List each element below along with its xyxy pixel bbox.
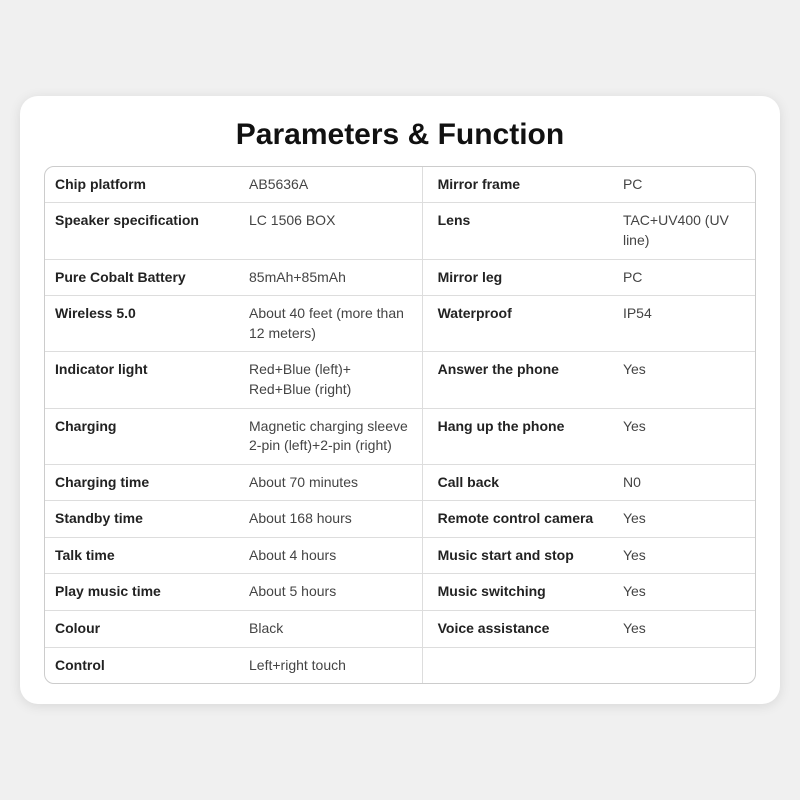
- param-value-right: Yes: [613, 574, 755, 611]
- param-label-right: Music switching: [424, 574, 613, 611]
- param-label-right: Lens: [424, 203, 613, 259]
- param-label-left: Wireless 5.0: [45, 296, 239, 352]
- param-value-right: [613, 647, 755, 683]
- param-label-left: Pure Cobalt Battery: [45, 259, 239, 296]
- param-value-right: PC: [613, 167, 755, 203]
- param-value-left: LC 1506 BOX: [239, 203, 422, 259]
- table-row: Standby timeAbout 168 hoursRemote contro…: [45, 501, 755, 538]
- table-row: ChargingMagnetic charging sleeve 2-pin (…: [45, 408, 755, 464]
- param-value-left: About 168 hours: [239, 501, 422, 538]
- param-value-right: N0: [613, 464, 755, 501]
- param-label-left: Talk time: [45, 537, 239, 574]
- page-title: Parameters & Function: [44, 118, 756, 152]
- param-label-right: Remote control camera: [424, 501, 613, 538]
- param-value-right: Yes: [613, 352, 755, 408]
- param-label-right: Music start and stop: [424, 537, 613, 574]
- table-row: Pure Cobalt Battery85mAh+85mAhMirror leg…: [45, 259, 755, 296]
- param-label-right: Hang up the phone: [424, 408, 613, 464]
- param-label-right: [424, 647, 613, 683]
- table-row: ColourBlackVoice assistanceYes: [45, 611, 755, 648]
- param-label-left: Play music time: [45, 574, 239, 611]
- param-value-right: PC: [613, 259, 755, 296]
- param-value-left: About 4 hours: [239, 537, 422, 574]
- param-label-left: Chip platform: [45, 167, 239, 203]
- param-value-left: About 70 minutes: [239, 464, 422, 501]
- table-row: Wireless 5.0About 40 feet (more than 12 …: [45, 296, 755, 352]
- param-value-left: Red+Blue (left)+ Red+Blue (right): [239, 352, 422, 408]
- param-value-left: About 5 hours: [239, 574, 422, 611]
- param-label-right: Voice assistance: [424, 611, 613, 648]
- table-row: Play music timeAbout 5 hoursMusic switch…: [45, 574, 755, 611]
- param-label-right: Answer the phone: [424, 352, 613, 408]
- param-label-left: Control: [45, 647, 239, 683]
- table-row: ControlLeft+right touch: [45, 647, 755, 683]
- table-row: Speaker specificationLC 1506 BOXLensTAC+…: [45, 203, 755, 259]
- param-value-left: About 40 feet (more than 12 meters): [239, 296, 422, 352]
- table-row: Chip platformAB5636AMirror framePC: [45, 167, 755, 203]
- param-value-left: Black: [239, 611, 422, 648]
- param-label-left: Charging: [45, 408, 239, 464]
- param-label-right: Call back: [424, 464, 613, 501]
- param-value-right: Yes: [613, 501, 755, 538]
- param-label-left: Standby time: [45, 501, 239, 538]
- param-value-left: 85mAh+85mAh: [239, 259, 422, 296]
- param-label-left: Colour: [45, 611, 239, 648]
- param-value-right: Yes: [613, 408, 755, 464]
- param-label-right: Mirror leg: [424, 259, 613, 296]
- parameters-table: Chip platformAB5636AMirror framePCSpeake…: [44, 166, 756, 685]
- param-value-right: Yes: [613, 611, 755, 648]
- param-label-right: Mirror frame: [424, 167, 613, 203]
- table-row: Talk timeAbout 4 hoursMusic start and st…: [45, 537, 755, 574]
- card: Parameters & Function Chip platformAB563…: [20, 96, 780, 705]
- table-row: Charging timeAbout 70 minutesCall backN0: [45, 464, 755, 501]
- param-value-right: TAC+UV400 (UV line): [613, 203, 755, 259]
- param-label-left: Charging time: [45, 464, 239, 501]
- param-label-left: Indicator light: [45, 352, 239, 408]
- param-label-right: Waterproof: [424, 296, 613, 352]
- param-value-left: Left+right touch: [239, 647, 422, 683]
- param-value-right: IP54: [613, 296, 755, 352]
- param-value-right: Yes: [613, 537, 755, 574]
- table-row: Indicator lightRed+Blue (left)+ Red+Blue…: [45, 352, 755, 408]
- param-value-left: AB5636A: [239, 167, 422, 203]
- param-value-left: Magnetic charging sleeve 2-pin (left)+2-…: [239, 408, 422, 464]
- param-label-left: Speaker specification: [45, 203, 239, 259]
